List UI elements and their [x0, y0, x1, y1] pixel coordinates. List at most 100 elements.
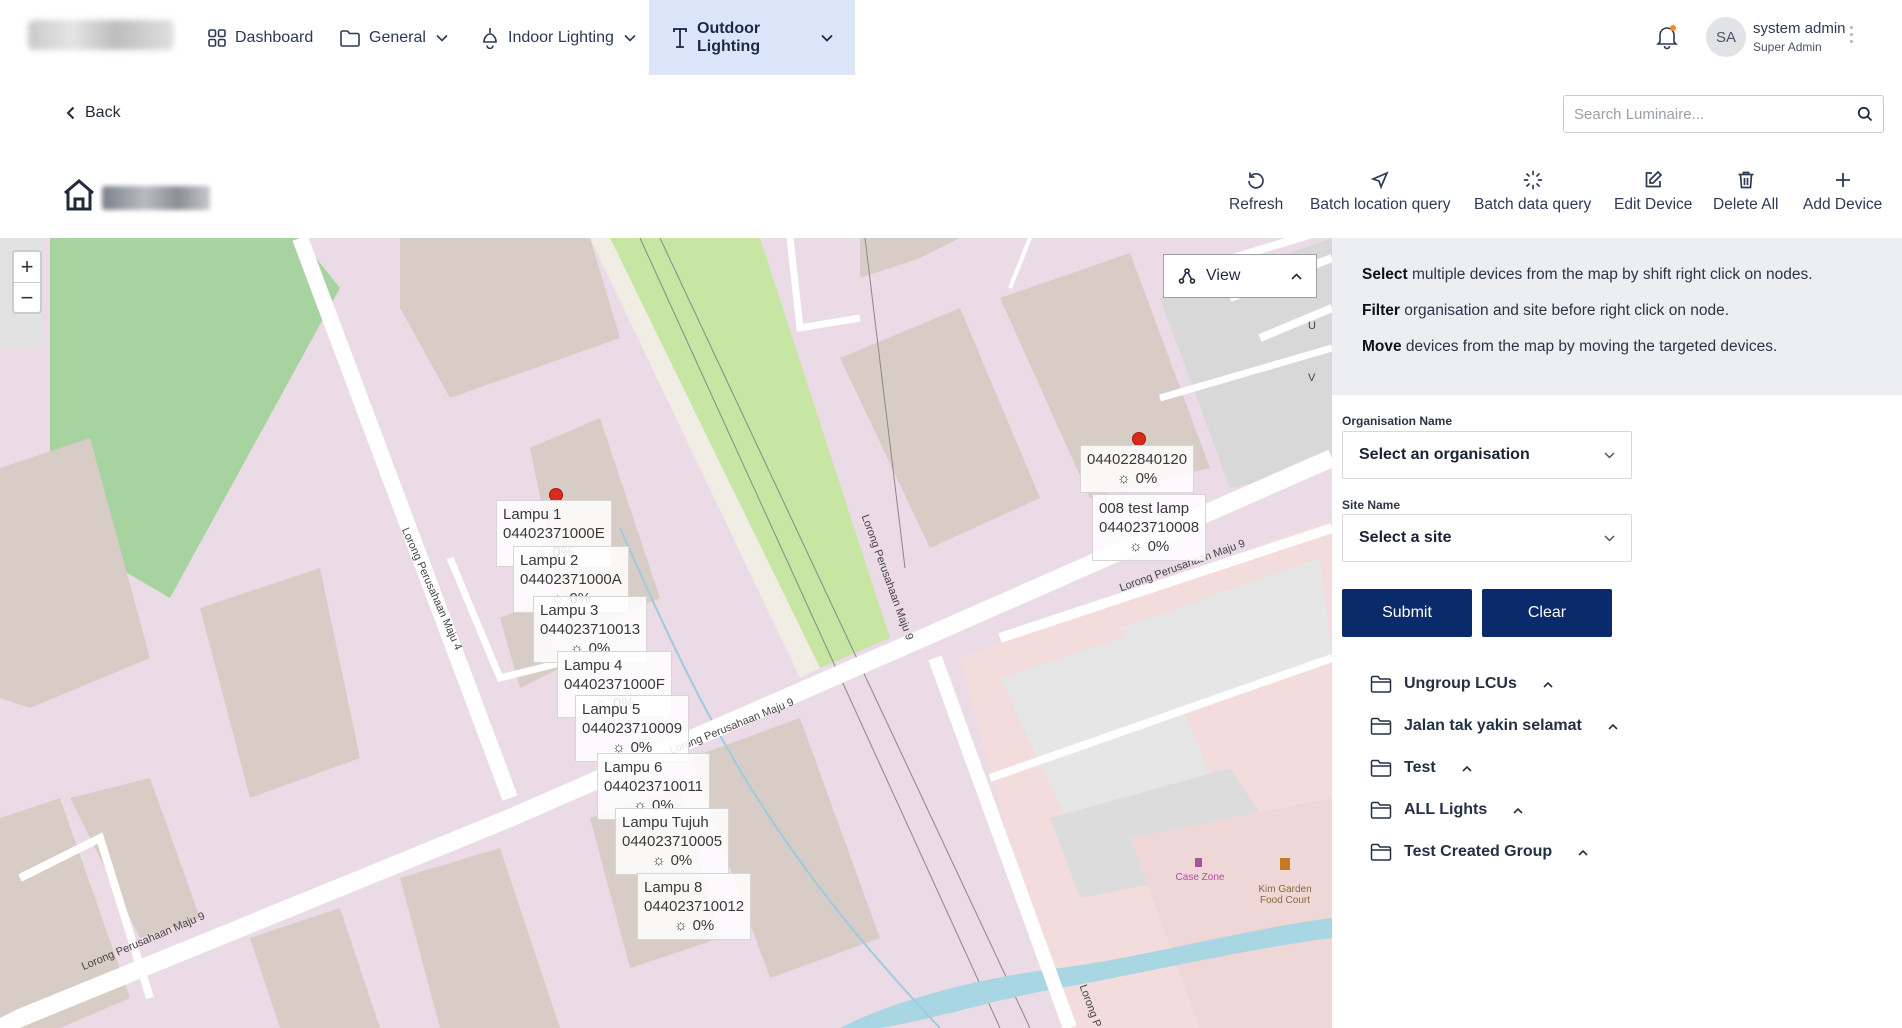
- organisation-select[interactable]: Select an organisation: [1342, 431, 1632, 479]
- batch-data-query-button[interactable]: Batch data query: [1474, 170, 1591, 214]
- refresh-label: Refresh: [1229, 196, 1284, 213]
- group-name: Ungroup LCUs: [1404, 675, 1517, 692]
- sun-icon: ☼: [651, 852, 666, 869]
- home-icon[interactable]: [62, 178, 96, 212]
- device-name: Lampu 3: [540, 602, 599, 619]
- chevron-up-icon[interactable]: [1578, 849, 1588, 856]
- chevron-up-icon[interactable]: [1462, 765, 1472, 772]
- chevron-up-icon[interactable]: [1513, 807, 1523, 814]
- site-select-value: Select a site: [1359, 529, 1452, 546]
- edit-device-button[interactable]: Edit Device: [1614, 170, 1692, 214]
- road-letter: U: [1308, 320, 1316, 332]
- device-name: Lampu Tujuh: [622, 814, 709, 831]
- zoom-out-button[interactable]: −: [14, 282, 40, 312]
- nav-dashboard-label: Dashboard: [235, 28, 314, 46]
- back-button[interactable]: Back: [66, 104, 121, 122]
- device-name: 008 test lamp: [1099, 500, 1190, 517]
- nav-outdoor-lighting-label: Outdoor Lighting: [697, 19, 761, 55]
- device-id: 044023710005: [622, 833, 723, 850]
- group-item[interactable]: Test: [1370, 759, 1472, 777]
- folder-icon: [340, 29, 360, 47]
- submit-button[interactable]: Submit: [1342, 589, 1472, 637]
- nav-general[interactable]: General: [339, 0, 448, 75]
- group-item[interactable]: Ungroup LCUs: [1370, 675, 1553, 693]
- edit-device-label: Edit Device: [1614, 196, 1693, 213]
- device-level: 0%: [692, 917, 715, 934]
- device-name: Lampu 6: [604, 759, 663, 776]
- ceiling-lamp-icon: [483, 27, 497, 49]
- device-marker-pin[interactable]: [1132, 432, 1146, 446]
- plus-icon: [1835, 173, 1850, 187]
- device-id: 044023710011: [604, 778, 703, 795]
- brand-logo[interactable]: [28, 20, 174, 50]
- instruction-line: Filter organisation and site before righ…: [1362, 302, 1730, 319]
- device-marker-label[interactable]: Lampu 8 044023710012 ☼ 0%: [637, 873, 752, 940]
- chevron-down-icon: [1604, 534, 1615, 542]
- location-arrow-icon: [1370, 171, 1389, 190]
- device-id: 044023710013: [540, 621, 641, 638]
- top-navigation: Dashboard General Indoor Lighting Outdoo…: [0, 0, 1902, 75]
- device-name: Lampu 4: [564, 657, 623, 674]
- batch-location-query-button[interactable]: Batch location query: [1310, 170, 1450, 214]
- group-item[interactable]: Test Created Group: [1370, 843, 1588, 861]
- grid-icon: [208, 28, 226, 47]
- search-icon[interactable]: [1847, 106, 1883, 122]
- chevron-up-icon[interactable]: [1608, 723, 1618, 730]
- site-label: Site Name: [1342, 498, 1401, 512]
- device-marker-label[interactable]: 044022840120 ☼ 0%: [1080, 445, 1195, 493]
- map[interactable]: + − View Lorong Perusahaan Maju 4 Lorong…: [0, 238, 1332, 1028]
- nav-outdoor-lighting[interactable]: Outdoor Lighting: [649, 0, 855, 75]
- user-name: system admin: [1753, 20, 1846, 37]
- back-label: Back: [85, 104, 121, 121]
- device-id: 04402371000F: [564, 676, 665, 693]
- view-toggle-button[interactable]: View: [1163, 254, 1317, 298]
- chevron-down-icon: [1604, 451, 1615, 459]
- folder-icon: [1370, 675, 1392, 693]
- device-name: Lampu 1: [503, 506, 562, 523]
- add-device-button[interactable]: Add Device: [1803, 170, 1882, 214]
- delete-all-label: Delete All: [1713, 196, 1779, 213]
- device-id: 04402371000A: [520, 571, 622, 588]
- search-input[interactable]: [1564, 96, 1847, 132]
- view-label: View: [1206, 267, 1241, 284]
- avatar[interactable]: SA: [1706, 17, 1746, 57]
- chevron-up-icon[interactable]: [1543, 681, 1553, 688]
- device-id: 044023710008: [1099, 519, 1200, 536]
- folder-icon: [1370, 717, 1392, 735]
- device-marker-label[interactable]: Lampu 5 044023710009 ☼ 0%: [575, 695, 690, 762]
- user-menu-kebab-icon[interactable]: [1850, 26, 1854, 46]
- device-marker-label[interactable]: Lampu Tujuh 044023710005 ☼ 0%: [615, 808, 730, 875]
- group-name: Test: [1404, 759, 1436, 776]
- group-item[interactable]: ALL Lights: [1370, 801, 1523, 819]
- poi-label: Case Zone: [1175, 872, 1225, 883]
- group-name: Test Created Group: [1404, 843, 1553, 860]
- nav-indoor-lighting[interactable]: Indoor Lighting: [480, 0, 636, 75]
- clear-button[interactable]: Clear: [1482, 589, 1612, 637]
- chevron-down-icon: [821, 34, 833, 42]
- device-id: 044023710012: [644, 898, 745, 915]
- sun-icon: ☼: [1128, 538, 1143, 555]
- group-item[interactable]: Jalan tak yakin selamat: [1370, 717, 1618, 735]
- zoom-control: + −: [12, 250, 42, 314]
- site-select[interactable]: Select a site: [1342, 514, 1632, 562]
- device-name: Lampu 8: [644, 879, 703, 896]
- delete-all-button[interactable]: Delete All: [1713, 170, 1778, 214]
- zoom-in-button[interactable]: +: [14, 252, 40, 282]
- road-letter: V: [1308, 372, 1316, 384]
- device-level: 0%: [1147, 538, 1170, 555]
- refresh-icon: [1248, 172, 1264, 189]
- device-name: Lampu 2: [520, 552, 579, 569]
- street-lamp-icon: [673, 27, 687, 48]
- nav-dashboard[interactable]: Dashboard: [207, 0, 313, 75]
- nav-general-label: General: [369, 28, 426, 46]
- device-name: Lampu 5: [582, 701, 641, 718]
- refresh-button[interactable]: Refresh: [1229, 170, 1283, 214]
- site-name: [102, 186, 210, 210]
- organisation-label: Organisation Name: [1342, 414, 1453, 428]
- instruction-line: Select multiple devices from the map by …: [1362, 266, 1813, 283]
- device-marker-label[interactable]: 008 test lamp 044023710008 ☼ 0%: [1092, 494, 1207, 561]
- sun-icon: ☼: [1116, 470, 1131, 487]
- notification-bell-icon[interactable]: [1656, 24, 1678, 50]
- device-id: 044023710009: [582, 720, 683, 737]
- poi-label: Kim Garden Food Court: [1258, 884, 1312, 906]
